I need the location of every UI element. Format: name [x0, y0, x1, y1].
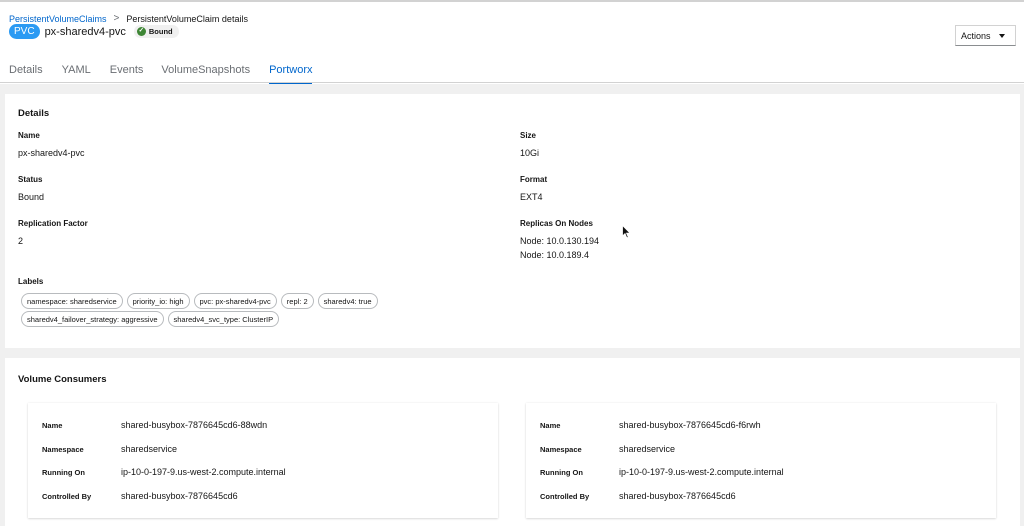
tab-events[interactable]: Events [110, 64, 144, 84]
format-label: Format [520, 175, 548, 184]
tab-portworx[interactable]: Portworx [269, 64, 313, 84]
consumer-name-value: shared-busybox-7876645cd6-f6rwh [619, 420, 761, 430]
consumer-card-1: Name shared-busybox-7876645cd6-88wdn Nam… [28, 403, 498, 518]
breadcrumb-current: PersistentVolumeClaim details [126, 13, 248, 24]
consumer-running-on-value: ip-10-0-197-9.us-west-2.compute.internal [121, 467, 286, 477]
caret-down-icon [999, 34, 1005, 38]
breadcrumb-link-pvcs[interactable]: PersistentVolumeClaims [9, 14, 107, 24]
consumer-running-on-label: Running On [540, 468, 583, 477]
consumer-row-namespace: Namespace sharedservice [540, 444, 1000, 456]
check-circle-icon: ✓ [136, 27, 146, 36]
consumer-namespace-label: Namespace [42, 445, 84, 454]
consumer-card-2: Name shared-busybox-7876645cd6-f6rwh Nam… [526, 403, 996, 518]
consumer-row-running-on: Running On ip-10-0-197-9.us-west-2.compu… [540, 467, 1000, 479]
consumer-row-controlled-by: Controlled By shared-busybox-7876645cd6 [540, 491, 1000, 503]
consumer-namespace-value: sharedservice [619, 444, 676, 454]
label-chip: sharedv4_failover_strategy: aggressive [21, 311, 164, 327]
status-badge-label: Bound [148, 27, 173, 36]
consumer-running-on-value: ip-10-0-197-9.us-west-2.compute.internal [619, 467, 784, 477]
breadcrumb: PersistentVolumeClaims > PersistentVolum… [9, 13, 248, 24]
consumer-name-label: Name [540, 421, 561, 430]
replication-factor-label: Replication Factor [18, 219, 88, 228]
resource-name: px-sharedv4-pvc [44, 25, 126, 38]
consumer-namespace-value: sharedservice [121, 444, 178, 454]
consumer-row-namespace: Namespace sharedservice [42, 444, 502, 456]
page-header: PersistentVolumeClaims > PersistentVolum… [0, 2, 1024, 84]
consumer-controlled-by-value: shared-busybox-7876645cd6 [619, 491, 736, 501]
consumer-name-value: shared-busybox-7876645cd6-88wdn [121, 420, 268, 430]
tabs-divider [0, 82, 1024, 83]
consumer-row-controlled-by: Controlled By shared-busybox-7876645cd6 [42, 491, 502, 503]
consumer-controlled-by-value: shared-busybox-7876645cd6 [121, 491, 238, 501]
consumer-running-on-label: Running On [42, 468, 85, 477]
consumer-name-label: Name [42, 421, 63, 430]
status-badge: ✓ Bound [133, 25, 179, 38]
mouse-pointer-icon [622, 225, 631, 239]
name-value: px-sharedv4-pvc [18, 148, 85, 158]
label-chip: sharedv4_svc_type: ClusterIP [167, 311, 280, 327]
labels-row: sharedv4_failover_strategy: aggressive s… [21, 311, 441, 327]
actions-dropdown-button[interactable]: Actions [955, 25, 1016, 46]
page-title: PVC px-sharedv4-pvc ✓ Bound [9, 24, 179, 39]
format-value: EXT4 [520, 192, 543, 202]
consumer-controlled-by-label: Controlled By [42, 492, 92, 501]
status-label: Status [18, 175, 43, 184]
replica-node-1: Node: 10.0.130.194 [520, 236, 600, 246]
size-label: Size [520, 131, 537, 140]
tab-volumesnapshots[interactable]: VolumeSnapshots [161, 64, 250, 84]
consumer-row-running-on: Running On ip-10-0-197-9.us-west-2.compu… [42, 467, 502, 479]
consumer-namespace-label: Namespace [540, 445, 582, 454]
status-value: Bound [18, 192, 45, 202]
labels-row: namespace: sharedservice priority_io: hi… [21, 293, 441, 309]
details-title: Details [18, 108, 50, 119]
actions-label: Actions [961, 30, 991, 41]
label-chip: sharedv4: true [317, 293, 378, 309]
tab-yaml[interactable]: YAML [62, 64, 91, 84]
labels-group: namespace: sharedservice priority_io: hi… [21, 293, 441, 329]
consumer-row-name: Name shared-busybox-7876645cd6-88wdn [42, 420, 502, 432]
consumer-row-name: Name shared-busybox-7876645cd6-f6rwh [540, 420, 1000, 432]
replication-factor-value: 2 [18, 236, 24, 246]
replicas-on-nodes-label: Replicas On Nodes [520, 219, 593, 228]
label-chip: pvc: px-sharedv4-pvc [193, 293, 277, 309]
label-chip: repl: 2 [280, 293, 314, 309]
size-value: 10Gi [520, 148, 540, 158]
labels-label: Labels [18, 277, 44, 286]
name-label: Name [18, 131, 40, 140]
replica-node-2: Node: 10.0.189.4 [520, 250, 590, 260]
volume-consumers-title: Volume Consumers [18, 374, 107, 385]
label-chip: priority_io: high [126, 293, 190, 309]
consumer-controlled-by-label: Controlled By [540, 492, 590, 501]
tab-bar: Details YAML Events VolumeSnapshots Port… [0, 64, 313, 84]
label-chip: namespace: sharedservice [21, 293, 123, 309]
resource-type-badge: PVC [9, 24, 40, 39]
tab-details[interactable]: Details [9, 64, 43, 84]
breadcrumb-separator-icon: > [113, 13, 120, 24]
